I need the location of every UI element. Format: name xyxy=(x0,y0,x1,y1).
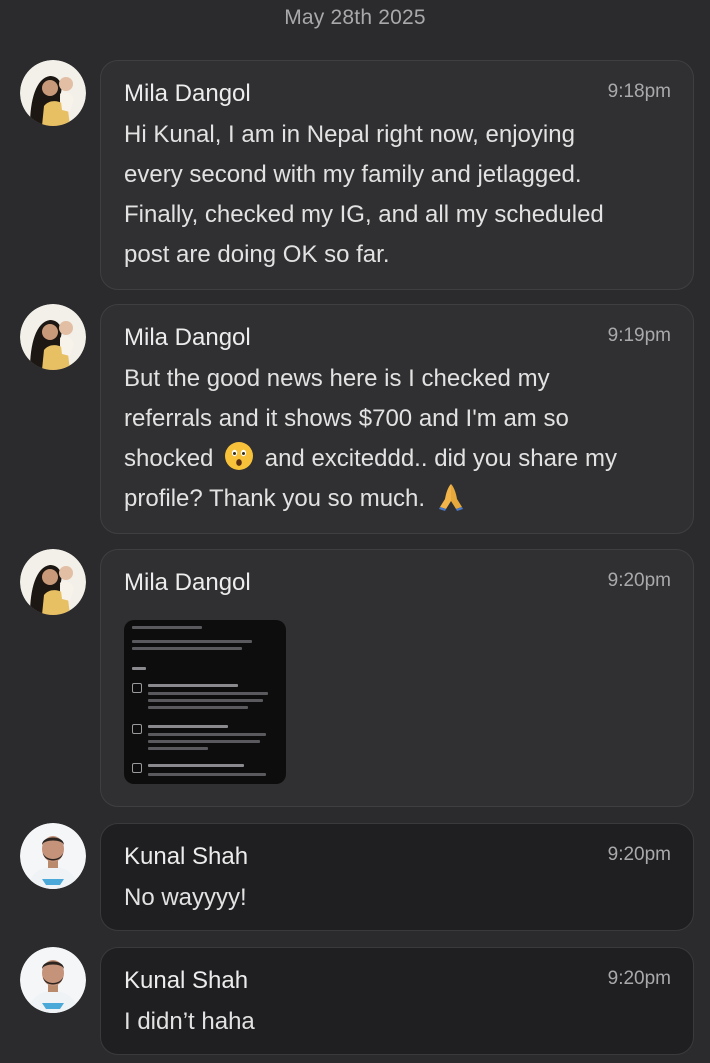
folded-hands-emoji xyxy=(436,481,466,511)
date-header: May 28th 2025 xyxy=(284,6,426,29)
message-fragment: profile? Thank you so much. xyxy=(124,485,426,512)
sender-name: Kunal Shah xyxy=(124,843,249,870)
message-bubble[interactable]: Kunal Shah 9:20pm No wayyyy! xyxy=(100,823,694,931)
message-bubble[interactable]: Kunal Shah 9:20pm I didn’t haha xyxy=(100,947,694,1055)
instagram-referrals-screenshot-image[interactable] xyxy=(124,620,286,784)
message-text: Hi Kunal, I am in Nepal right now, enjoy… xyxy=(124,115,671,275)
message-bubble[interactable]: Mila Dangol 9:18pm Hi Kunal, I am in Nep… xyxy=(100,60,694,290)
message-time: 9:20pm xyxy=(607,844,671,865)
message-line: post are doing OK so far. xyxy=(124,241,390,268)
message-fragment: shocked xyxy=(124,445,214,472)
message-fragment: and exciteddd.. did you share my xyxy=(264,445,617,472)
message-line: every second with my family and jetlagge… xyxy=(124,161,582,188)
message-bubble[interactable]: Mila Dangol 9:19pm But the good news her… xyxy=(100,304,694,534)
message-time: 9:19pm xyxy=(607,325,671,346)
message-line: Finally, checked my IG, and all my sched… xyxy=(124,201,604,228)
astonished-face-emoji xyxy=(224,441,254,471)
message-line: referrals and it shows $700 and I'm am s… xyxy=(124,405,569,432)
sender-name: Kunal Shah xyxy=(124,967,249,994)
sender-name: Mila Dangol xyxy=(124,324,251,351)
sender-name: Mila Dangol xyxy=(124,569,251,596)
avatar-kunal[interactable] xyxy=(20,947,86,1013)
avatar-mila[interactable] xyxy=(20,304,86,370)
sender-name: Mila Dangol xyxy=(124,80,251,107)
message-time: 9:18pm xyxy=(607,81,671,102)
message-line: shocked and exciteddd.. did you share my xyxy=(124,439,671,479)
message-text: No wayyyy! xyxy=(124,884,247,911)
message-line: But the good news here is I checked my xyxy=(124,365,550,392)
message-line: Hi Kunal, I am in Nepal right now, enjoy… xyxy=(124,121,575,148)
message-line: profile? Thank you so much. xyxy=(124,479,671,519)
message-time: 9:20pm xyxy=(607,968,671,989)
message-bubble[interactable]: Mila Dangol 9:20pm xyxy=(100,549,694,807)
message-text: But the good news here is I checked my r… xyxy=(124,359,671,519)
avatar-kunal[interactable] xyxy=(20,823,86,889)
avatar-mila[interactable] xyxy=(20,60,86,126)
avatar-mila[interactable] xyxy=(20,549,86,615)
message-text: I didn’t haha xyxy=(124,1008,255,1035)
message-time: 9:20pm xyxy=(607,570,671,591)
